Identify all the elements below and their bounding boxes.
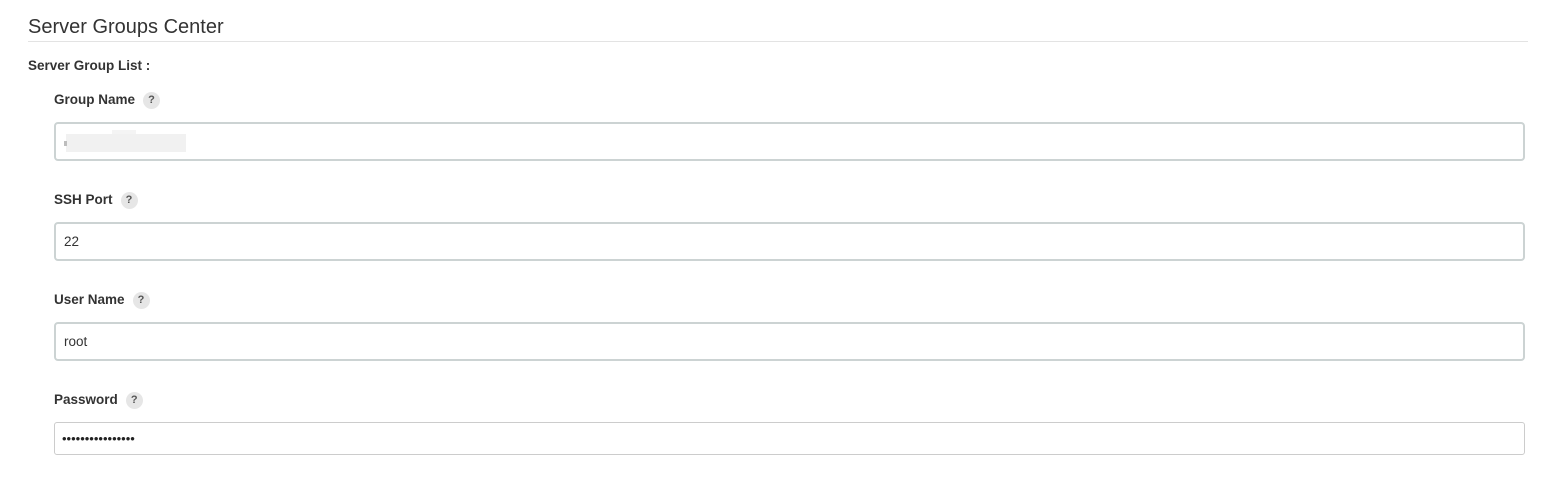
password-value: •••••••••••••••• [62,431,135,446]
section-label: Server Group List : [28,58,151,73]
password-label-row: Password ? [54,390,1525,410]
help-icon[interactable]: ? [143,91,161,109]
password-field: Password ? •••••••••••••••• [54,390,1525,455]
ssh-port-label: SSH Port [54,192,113,207]
redacted-value [64,129,194,154]
group-name-label: Group Name [54,92,136,107]
server-groups-page: Server Groups Center Server Group List :… [0,0,1547,486]
user-name-field: User Name ? root [54,290,1525,361]
password-label: Password [54,392,118,407]
group-name-input[interactable] [54,122,1525,161]
help-icon[interactable]: ? [125,391,143,409]
password-input[interactable]: •••••••••••••••• [54,422,1525,455]
user-name-label-row: User Name ? [54,290,1525,310]
help-icon[interactable]: ? [120,191,138,209]
ssh-port-field: SSH Port ? 22 [54,190,1525,261]
user-name-input[interactable]: root [54,322,1525,361]
group-name-label-row: Group Name ? [54,90,1525,110]
title-divider [28,41,1528,42]
help-icon[interactable]: ? [132,291,150,309]
ssh-port-label-row: SSH Port ? [54,190,1525,210]
group-name-field: Group Name ? [54,90,1525,161]
user-name-value: root [64,334,88,349]
page-title: Server Groups Center [28,16,224,38]
ssh-port-value: 22 [64,234,80,249]
user-name-label: User Name [54,292,125,307]
ssh-port-input[interactable]: 22 [54,222,1525,261]
